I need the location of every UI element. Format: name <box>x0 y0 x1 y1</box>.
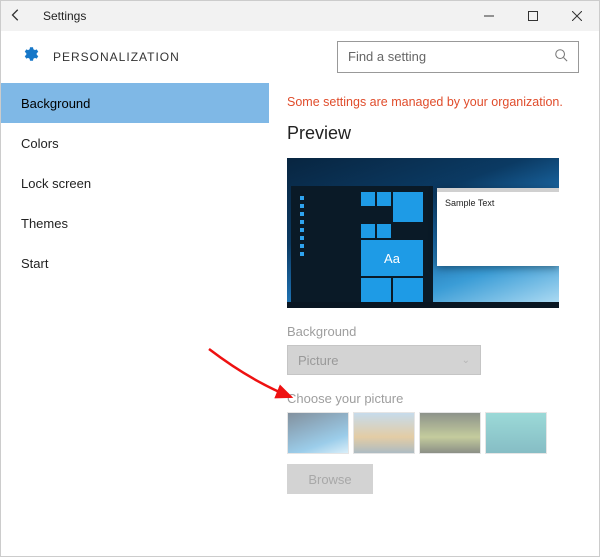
gear-icon <box>21 45 39 68</box>
picture-thumb[interactable] <box>485 412 547 454</box>
picture-thumb[interactable] <box>419 412 481 454</box>
back-button[interactable] <box>9 8 33 25</box>
dropdown-value: Picture <box>298 353 338 368</box>
picture-thumb[interactable] <box>353 412 415 454</box>
choose-picture-label: Choose your picture <box>287 391 581 406</box>
tile-glyph: Aa <box>361 240 423 276</box>
sidebar-item-label: Lock screen <box>21 176 91 191</box>
close-button[interactable] <box>555 1 599 31</box>
preview-heading: Preview <box>287 123 581 144</box>
search-icon <box>554 48 568 65</box>
sidebar-item-start[interactable]: Start <box>1 243 269 283</box>
sidebar-item-label: Start <box>21 256 48 271</box>
sample-text: Sample Text <box>437 192 559 214</box>
sidebar-item-themes[interactable]: Themes <box>1 203 269 243</box>
window-title: Settings <box>43 9 86 23</box>
org-warning: Some settings are managed by your organi… <box>287 95 581 109</box>
sidebar-item-colors[interactable]: Colors <box>1 123 269 163</box>
search-input[interactable]: Find a setting <box>337 41 579 73</box>
maximize-button[interactable] <box>511 1 555 31</box>
sidebar: Background Colors Lock screen Themes Sta… <box>1 83 269 556</box>
sidebar-item-label: Themes <box>21 216 68 231</box>
picture-thumb[interactable] <box>287 412 349 454</box>
browse-label: Browse <box>308 472 351 487</box>
background-label: Background <box>287 324 581 339</box>
sidebar-item-label: Background <box>21 96 90 111</box>
background-dropdown[interactable]: Picture ⌄ <box>287 345 481 375</box>
chevron-down-icon: ⌄ <box>462 355 470 366</box>
picture-thumbnails <box>287 412 581 454</box>
section-title: PERSONALIZATION <box>53 50 180 64</box>
sidebar-item-background[interactable]: Background <box>1 83 269 123</box>
minimize-button[interactable] <box>467 1 511 31</box>
sample-window: Sample Text <box>437 188 559 266</box>
browse-button[interactable]: Browse <box>287 464 373 494</box>
sidebar-item-lock-screen[interactable]: Lock screen <box>1 163 269 203</box>
search-placeholder: Find a setting <box>348 49 554 64</box>
desktop-preview: Aa Sample Text <box>287 158 559 308</box>
sidebar-item-label: Colors <box>21 136 59 151</box>
